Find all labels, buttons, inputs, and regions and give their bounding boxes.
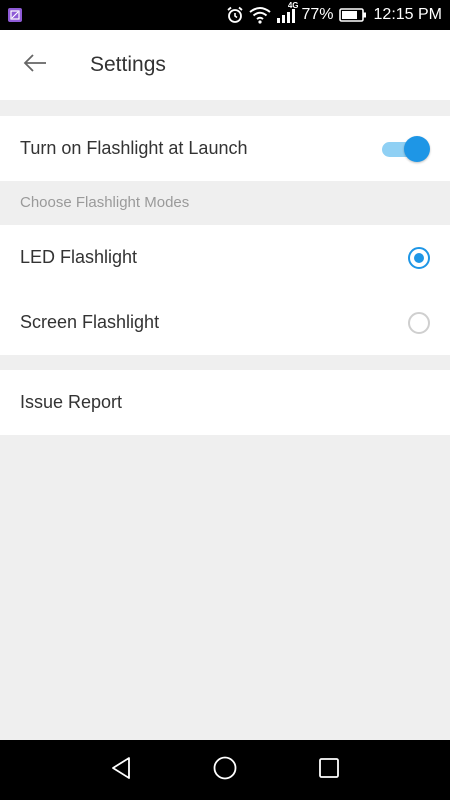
issue-report-row[interactable]: Issue Report — [0, 370, 450, 435]
cellular-signal-icon: 4G — [276, 1, 298, 24]
battery-icon — [338, 7, 367, 23]
triangle-back-icon — [110, 756, 132, 785]
screen-flashlight-radio[interactable] — [408, 311, 430, 334]
nav-home-button[interactable] — [211, 756, 239, 784]
mode-option-label: LED Flashlight — [20, 247, 138, 267]
battery-percent: 77% — [301, 6, 334, 23]
mode-option-screen[interactable]: Screen Flashlight — [0, 290, 450, 355]
back-button[interactable] — [0, 30, 70, 100]
network-type-label: 4G — [287, 1, 299, 10]
issue-report-label: Issue Report — [20, 392, 123, 412]
status-bar: 4G 77% 12:15 PM — [0, 0, 450, 30]
back-arrow-icon — [22, 53, 48, 78]
mode-option-label: Screen Flashlight — [20, 312, 160, 332]
launch-setting-card: Turn on Flashlight at Launch — [0, 116, 450, 181]
square-recents-icon — [318, 757, 340, 784]
modes-section-label: Choose Flashlight Modes — [20, 194, 190, 211]
issue-report-card: Issue Report — [0, 370, 450, 435]
circle-home-icon — [212, 755, 238, 786]
nav-recents-button[interactable] — [315, 756, 343, 784]
flashlight-at-launch-label: Turn on Flashlight at Launch — [20, 138, 248, 158]
nav-back-button[interactable] — [107, 756, 135, 784]
modes-card: LED Flashlight Screen Flashlight — [0, 225, 450, 355]
system-nav-bar — [0, 740, 450, 800]
mode-option-led[interactable]: LED Flashlight — [0, 225, 450, 290]
flashlight-at-launch-toggle[interactable] — [380, 135, 430, 162]
app-header: Settings — [0, 30, 450, 100]
flashlight-at-launch-row[interactable]: Turn on Flashlight at Launch — [0, 116, 450, 181]
wifi-icon — [249, 6, 272, 24]
led-flashlight-radio[interactable] — [408, 246, 430, 269]
app-notification-icon — [8, 8, 22, 22]
page-title: Settings — [90, 53, 166, 76]
alarm-icon — [226, 6, 244, 24]
clock: 12:15 PM — [373, 6, 442, 23]
